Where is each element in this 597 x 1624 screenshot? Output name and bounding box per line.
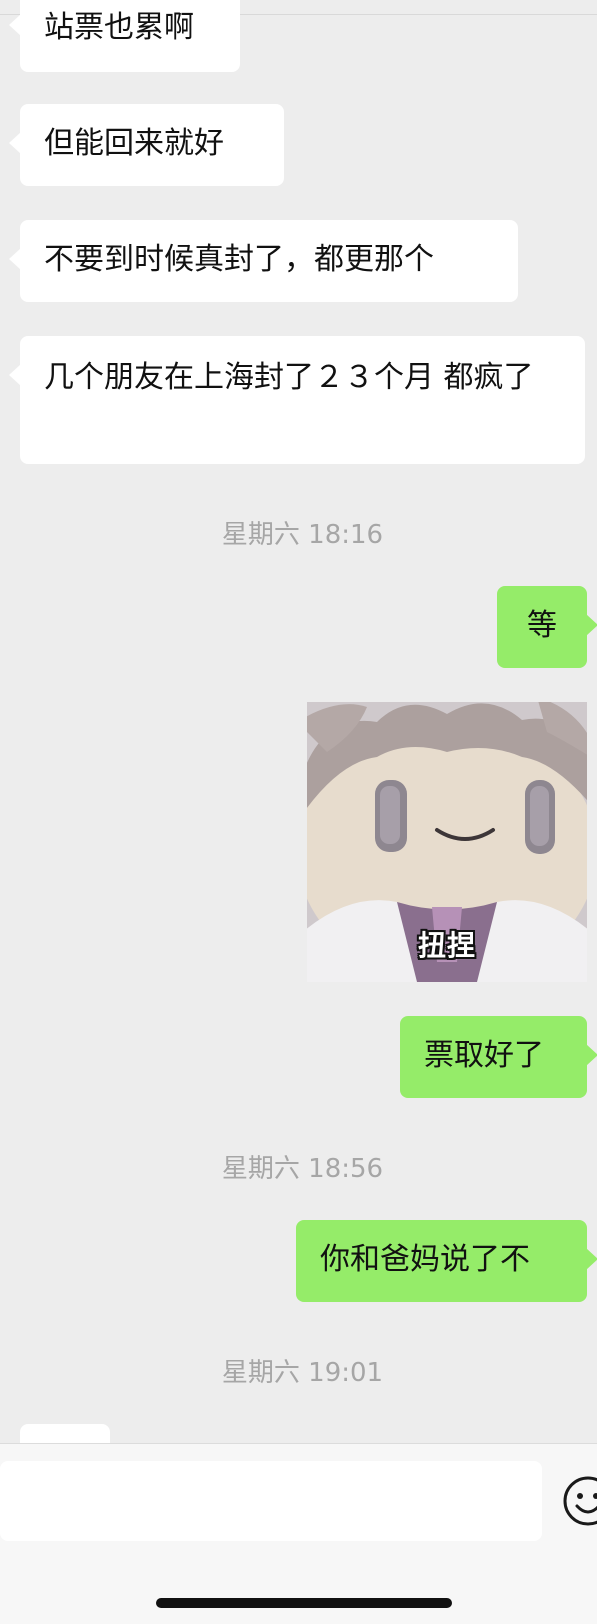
message-bubble-received[interactable]: 不要到时候真封了，都更那个 <box>9 220 518 302</box>
message-text: 你和爸妈说了不 <box>320 1242 530 1277</box>
message-text: 但能回来就好 <box>44 126 224 161</box>
emoji-smile-icon <box>563 1476 597 1526</box>
sticker-image[interactable]: 扭捏 <box>307 702 587 982</box>
message-bubble-received[interactable]: 但能回来就好 <box>9 104 284 186</box>
message-text: 票取好了 <box>424 1038 544 1073</box>
message-text: 站票也累啊 <box>44 10 194 45</box>
timestamp: 星期六 19:01 <box>221 1358 384 1388</box>
message-bubble-received[interactable]: 几个朋友在上海封了２３个月 都疯了 <box>9 336 585 464</box>
message-text: 不要到时候真封了，都更那个 <box>44 242 434 277</box>
chat-area[interactable]: 站票也累啊 但能回来就好 不要到时候真封了，都更那个 几个朋友在上海封了２３个月… <box>0 0 597 1443</box>
message-bubble-received[interactable] <box>20 1424 110 1443</box>
input-bar <box>0 1443 597 1624</box>
message-input[interactable] <box>0 1461 542 1541</box>
timestamp: 星期六 18:56 <box>221 1154 384 1184</box>
message-bubble-sent[interactable]: 票取好了 <box>400 1016 597 1098</box>
timestamp: 星期六 18:16 <box>221 520 384 550</box>
message-bubble-received[interactable]: 站票也累啊 <box>9 0 240 72</box>
message-bubble-sent[interactable]: 你和爸妈说了不 <box>296 1220 597 1302</box>
message-text: 几个朋友在上海封了２３个月 都疯了 <box>44 360 534 395</box>
emoji-button[interactable] <box>562 1475 597 1527</box>
message-bubble-sent[interactable]: 等 <box>497 586 597 668</box>
home-indicator[interactable] <box>156 1598 452 1608</box>
message-text: 等 <box>527 608 557 643</box>
sticker-caption: 扭捏 <box>417 929 476 962</box>
